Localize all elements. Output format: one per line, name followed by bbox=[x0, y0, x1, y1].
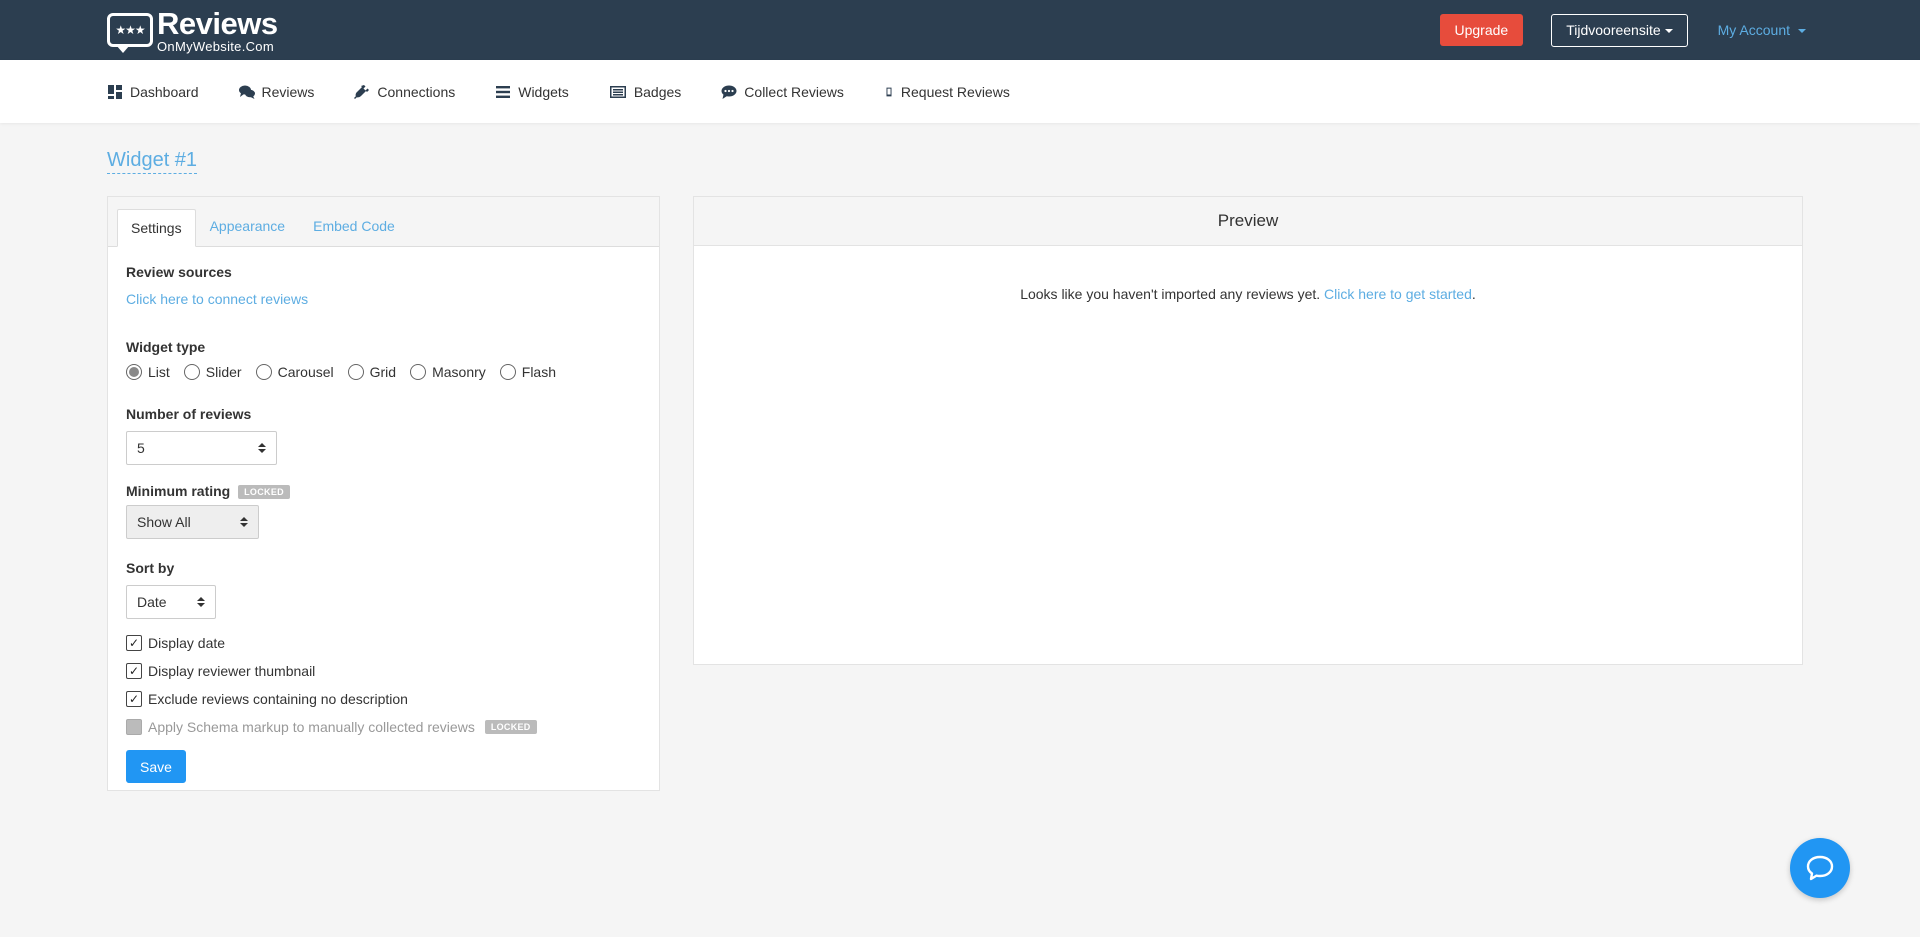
comment-dots-icon bbox=[721, 85, 737, 99]
checkbox[interactable]: ✓ bbox=[126, 635, 142, 652]
widget-type-options: List Slider Carousel Grid Masonry Flash bbox=[126, 364, 641, 380]
brand-logo[interactable]: ★★★ Reviews OnMyWebsite.Com bbox=[107, 8, 278, 53]
mobile-icon bbox=[886, 87, 892, 96]
display-thumbnail-option[interactable]: ✓ Display reviewer thumbnail bbox=[126, 657, 641, 685]
nav-item-badges[interactable]: Badges bbox=[609, 84, 681, 100]
caret-down-icon bbox=[1664, 29, 1673, 34]
widget-type-masonry[interactable]: Masonry bbox=[410, 364, 486, 380]
top-bar: ★★★ Reviews OnMyWebsite.Com Upgrade Tijd… bbox=[0, 0, 1920, 60]
select-arrows-icon bbox=[197, 597, 205, 608]
brand-subtitle: OnMyWebsite.Com bbox=[157, 38, 274, 54]
tab-bar: Settings Appearance Embed Code bbox=[108, 197, 659, 247]
tab-appearance[interactable]: Appearance bbox=[196, 206, 300, 246]
caret-down-icon bbox=[1798, 29, 1806, 34]
brand-title: Reviews bbox=[157, 5, 278, 41]
number-of-reviews-select[interactable]: 5 bbox=[126, 431, 277, 465]
schema-markup-option: Apply Schema markup to manually collecte… bbox=[126, 713, 641, 741]
chat-launcher-button[interactable] bbox=[1790, 838, 1850, 898]
connect-reviews-link[interactable]: Click here to connect reviews bbox=[126, 291, 641, 307]
nav-item-request-reviews[interactable]: Request Reviews bbox=[884, 84, 1010, 100]
nav-item-reviews[interactable]: Reviews bbox=[238, 84, 314, 100]
select-arrows-icon bbox=[240, 517, 248, 528]
radio-button[interactable] bbox=[126, 364, 142, 380]
page-content: Widget #1 Settings Appearance Embed Code… bbox=[0, 123, 1920, 791]
save-button[interactable]: Save bbox=[126, 750, 186, 784]
page-title[interactable]: Widget #1 bbox=[107, 149, 198, 174]
upgrade-button[interactable]: Upgrade bbox=[1439, 14, 1524, 46]
tab-settings[interactable]: Settings bbox=[117, 209, 196, 247]
tab-embed-code[interactable]: Embed Code bbox=[299, 206, 409, 246]
exclude-no-description-option[interactable]: ✓ Exclude reviews containing no descripti… bbox=[126, 685, 641, 713]
widget-type-flash[interactable]: Flash bbox=[499, 364, 556, 380]
widget-type-list[interactable]: List bbox=[126, 364, 170, 380]
radio-button[interactable] bbox=[410, 364, 427, 380]
checkbox[interactable]: ✓ bbox=[126, 691, 142, 708]
number-of-reviews-label: Number of reviews bbox=[126, 406, 252, 422]
locked-badge: LOCKED bbox=[238, 485, 290, 500]
plug-icon bbox=[354, 84, 370, 99]
sort-by-label: Sort by bbox=[126, 560, 175, 577]
nav-item-dashboard[interactable]: Dashboard bbox=[107, 84, 199, 100]
my-account-menu[interactable]: My Account bbox=[1718, 22, 1806, 38]
preview-panel: Preview Looks like you haven't imported … bbox=[693, 196, 1803, 665]
radio-button[interactable] bbox=[255, 364, 272, 380]
preview-title: Preview bbox=[694, 197, 1802, 246]
bars-icon bbox=[496, 85, 511, 98]
radio-button[interactable] bbox=[499, 364, 516, 380]
minimum-rating-select[interactable]: Show All bbox=[126, 505, 259, 540]
main-nav: Dashboard Reviews Connections Widgets Ba… bbox=[0, 60, 1920, 123]
nav-item-collect-reviews[interactable]: Collect Reviews bbox=[721, 84, 844, 100]
select-arrows-icon bbox=[258, 443, 266, 453]
preview-message: Looks like you haven't imported any revi… bbox=[1020, 286, 1476, 302]
widget-type-label: Widget type bbox=[126, 339, 206, 355]
review-bubble-icon: ★★★ bbox=[107, 13, 153, 53]
widget-type-slider[interactable]: Slider bbox=[183, 364, 242, 380]
checkbox[interactable]: ✓ bbox=[126, 663, 142, 680]
minimum-rating-label: Minimum rating bbox=[126, 483, 231, 499]
chat-bubble-icon bbox=[1806, 855, 1834, 881]
nav-item-widgets[interactable]: Widgets bbox=[495, 84, 569, 100]
settings-panel: Settings Appearance Embed Code Review so… bbox=[107, 196, 660, 791]
list-alt-icon bbox=[609, 85, 626, 98]
radio-button[interactable] bbox=[347, 364, 364, 380]
widget-type-carousel[interactable]: Carousel bbox=[255, 364, 334, 380]
settings-form: Review sources Click here to connect rev… bbox=[108, 247, 659, 800]
display-options: ✓ Display date ✓ Display reviewer thumbnai… bbox=[126, 629, 641, 741]
sort-by-select[interactable]: Date bbox=[126, 585, 216, 620]
widget-type-grid[interactable]: Grid bbox=[347, 364, 396, 380]
display-date-option[interactable]: ✓ Display date bbox=[126, 629, 641, 657]
radio-button[interactable] bbox=[183, 364, 200, 380]
checkbox bbox=[126, 719, 142, 736]
site-selector-button[interactable]: Tijdvooreensite bbox=[1551, 13, 1688, 47]
get-started-link[interactable]: Click here to get started bbox=[1324, 286, 1472, 302]
dashboard-icon bbox=[108, 84, 122, 99]
comments-icon bbox=[238, 85, 255, 99]
locked-badge: LOCKED bbox=[484, 720, 537, 735]
nav-item-connections[interactable]: Connections bbox=[354, 84, 455, 100]
review-sources-label: Review sources bbox=[126, 264, 232, 280]
